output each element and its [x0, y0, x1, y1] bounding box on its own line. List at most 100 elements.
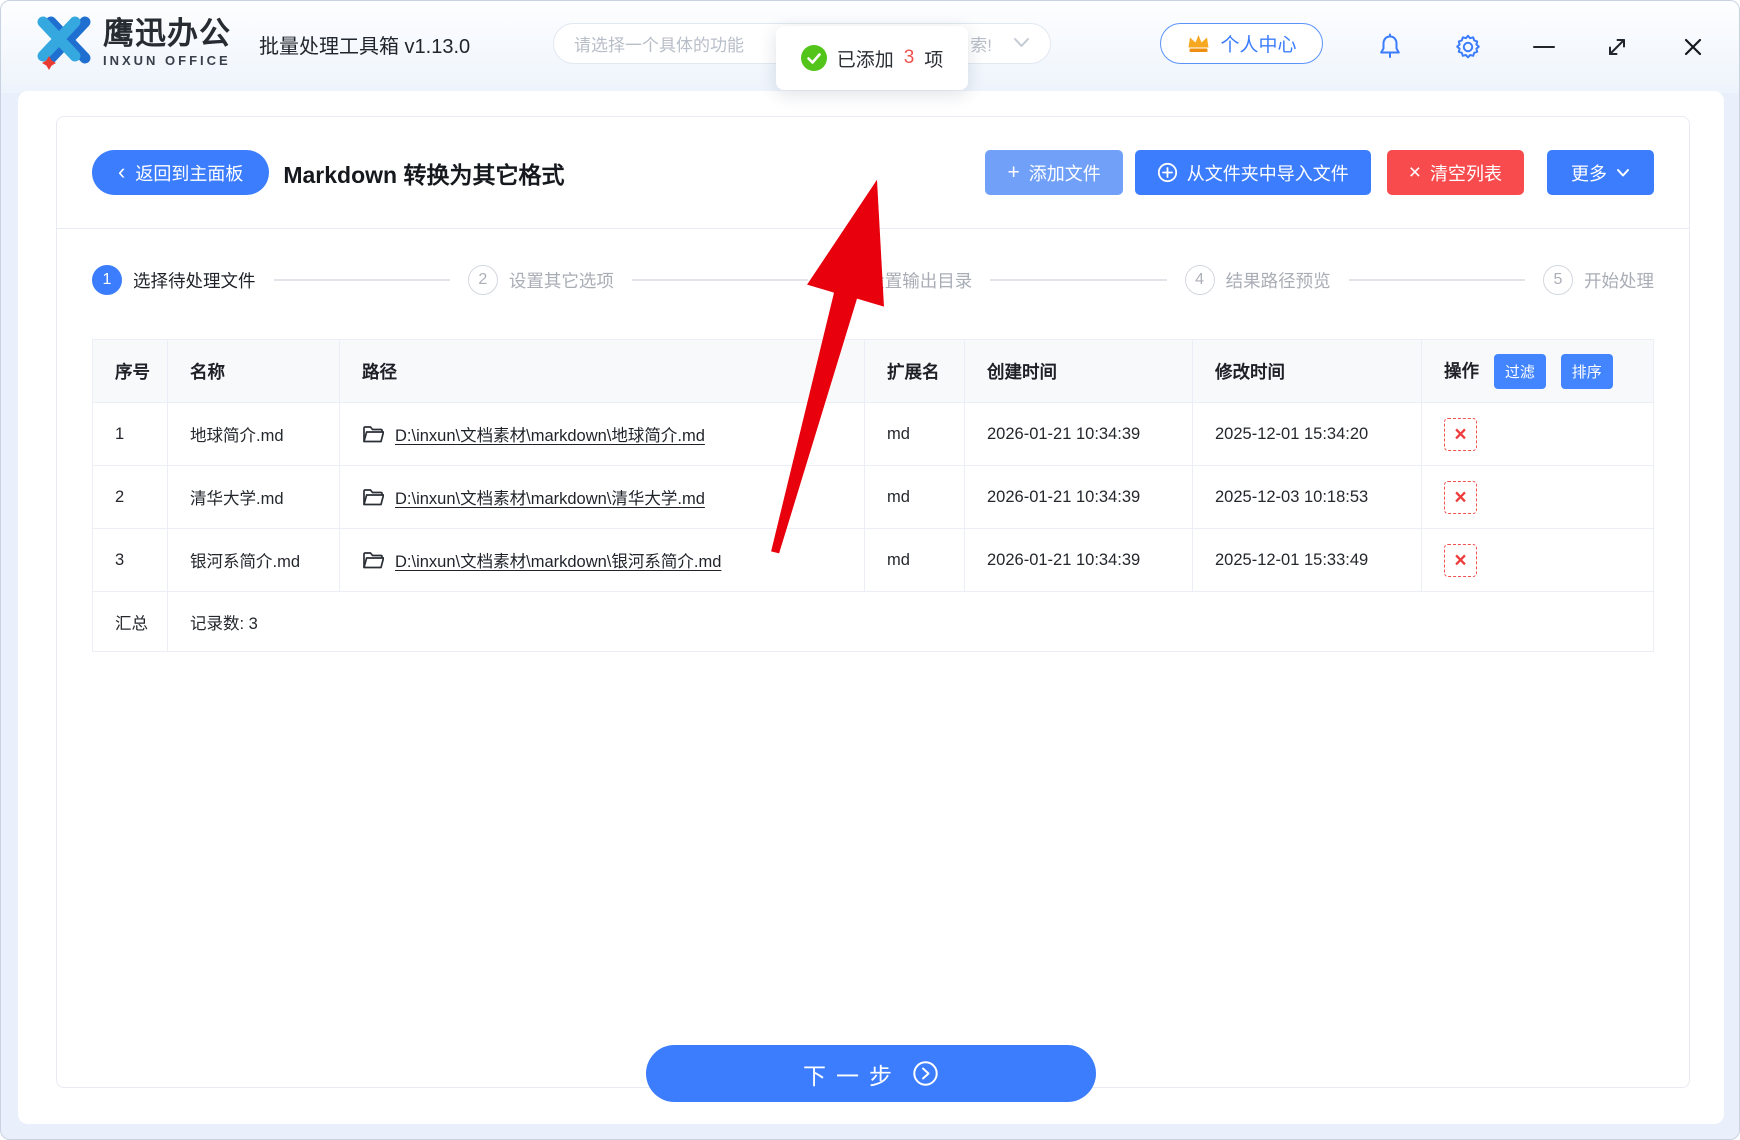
table-row: 2 清华大学.md D:\inxun\文档素材\markdown\清华大学.md — [92, 465, 1654, 529]
step-1-select-files: 1 选择待处理文件 — [92, 265, 256, 295]
toast-prefix: 已添加 — [836, 49, 894, 71]
step-wizard: 1 选择待处理文件 2 设置其它选项 3 设置输出目录 4 结果路径预览 5 开… — [92, 265, 1654, 295]
panel-header: ‹ 返回到主面板 Markdown 转换为其它格式 + 添加文件 从文件夹中导入… — [57, 117, 1689, 229]
add-files-label: 添加文件 — [1028, 163, 1101, 184]
col-header-name: 名称 — [167, 339, 340, 403]
step-3-output-dir: 3 设置输出目录 — [826, 265, 972, 295]
minimize-button[interactable] — [1528, 29, 1560, 65]
filter-button[interactable]: 过滤 — [1493, 353, 1546, 389]
content-panel: ‹ 返回到主面板 Markdown 转换为其它格式 + 添加文件 从文件夹中导入… — [56, 116, 1690, 1088]
cell-created: 2026-01-21 10:34:39 — [964, 465, 1193, 529]
step-1-label: 选择待处理文件 — [133, 270, 256, 291]
toast-count: 3 — [903, 47, 915, 68]
resize-icon — [1609, 39, 1625, 55]
toast-added-items: 已添加 3 项 — [776, 26, 968, 90]
cell-modified: 2025-12-01 15:34:20 — [1192, 402, 1422, 466]
gear-icon — [1456, 34, 1480, 59]
table-header-row: 序号 名称 路径 扩展名 创建时间 修改时间 操作 过滤 排序 — [92, 339, 1654, 403]
step-5-label: 开始处理 — [1584, 270, 1654, 291]
folder-icon — [363, 488, 384, 505]
more-button[interactable]: 更多 — [1547, 150, 1654, 195]
more-label: 更多 — [1571, 163, 1607, 184]
chevron-left-icon: ‹ — [118, 158, 126, 184]
file-path-link[interactable]: D:\inxun\文档素材\markdown\银河系简介.md — [395, 548, 721, 572]
notifications-button[interactable] — [1374, 29, 1406, 65]
step-2-other-options: 2 设置其它选项 — [467, 265, 614, 295]
next-step-label: 下一步 — [803, 1062, 902, 1089]
step-2-label: 设置其它选项 — [508, 270, 614, 291]
back-to-dashboard-button[interactable]: ‹ 返回到主面板 — [92, 150, 270, 195]
clear-list-label: 清空列表 — [1430, 163, 1502, 184]
delete-row-button[interactable]: × — [1444, 480, 1477, 514]
step-1-number: 1 — [92, 265, 122, 295]
cell-modified: 2025-12-03 10:18:53 — [1192, 465, 1422, 529]
next-step-button[interactable]: 下一步 — [646, 1045, 1096, 1102]
step-3-number: 3 — [826, 265, 857, 295]
app-window: 鹰迅办公 INXUN OFFICE 批量处理工具箱 v1.13.0 请选择一个具… — [0, 0, 1740, 1140]
chevron-down-icon[interactable] — [1013, 37, 1030, 49]
file-path-link[interactable]: D:\inxun\文档素材\markdown\清华大学.md — [395, 485, 705, 509]
table-row: 3 银河系简介.md D:\inxun\文档素材\markdown\银河系简介.… — [92, 528, 1654, 592]
user-center-button[interactable]: 个人中心 — [1160, 23, 1323, 64]
step-4-result-preview: 4 结果路径预览 — [1184, 265, 1331, 295]
chevron-down-icon — [1617, 168, 1629, 176]
circle-plus-icon — [1157, 162, 1177, 183]
x-icon: × — [1408, 161, 1421, 184]
cell-index: 1 — [92, 402, 168, 466]
step-connector — [1348, 279, 1525, 281]
search-placeholder-left: 请选择一个具体的功能 — [574, 36, 744, 55]
main-card: ‹ 返回到主面板 Markdown 转换为其它格式 + 添加文件 从文件夹中导入… — [18, 91, 1724, 1124]
file-path-link[interactable]: D:\inxun\文档素材\markdown\地球简介.md — [395, 422, 705, 446]
close-icon — [1684, 38, 1702, 56]
col-header-path: 路径 — [339, 339, 865, 403]
step-3-label: 设置输出目录 — [867, 270, 973, 291]
folder-icon — [363, 425, 384, 442]
step-5-start: 5 开始处理 — [1543, 265, 1654, 295]
clear-list-button[interactable]: × 清空列表 — [1386, 150, 1524, 195]
settings-button[interactable] — [1452, 29, 1484, 65]
step-4-label: 结果路径预览 — [1225, 270, 1331, 291]
col-header-created: 创建时间 — [964, 339, 1193, 403]
cell-index: 3 — [92, 528, 168, 592]
delete-row-button[interactable]: × — [1444, 543, 1477, 577]
step-4-number: 4 — [1184, 265, 1215, 295]
success-check-icon — [800, 45, 827, 71]
cell-name: 地球简介.md — [167, 402, 340, 466]
table-row: 1 地球简介.md D:\inxun\文档素材\markdown\地球简介.md — [92, 402, 1654, 466]
cell-ext: md — [864, 465, 965, 529]
cell-created: 2026-01-21 10:34:39 — [964, 528, 1193, 592]
cell-index: 2 — [92, 465, 168, 529]
step-connector — [631, 279, 809, 281]
step-2-number: 2 — [467, 265, 498, 295]
crown-icon — [1188, 35, 1209, 52]
step-connector — [990, 279, 1167, 281]
cell-modified: 2025-12-01 15:33:49 — [1192, 528, 1422, 592]
actions-label: 操作 — [1444, 360, 1479, 381]
sort-button[interactable]: 排序 — [1560, 353, 1613, 389]
import-from-folder-button[interactable]: 从文件夹中导入文件 — [1134, 150, 1371, 195]
resize-window-button[interactable] — [1601, 29, 1633, 65]
col-header-actions: 操作 过滤 排序 — [1421, 339, 1654, 403]
cell-name: 银河系简介.md — [167, 528, 340, 592]
brand-name: 鹰迅办公 — [103, 16, 231, 51]
toast-suffix: 项 — [924, 49, 944, 71]
back-button-label: 返回到主面板 — [135, 163, 244, 184]
brand-logo-icon — [37, 16, 91, 70]
cell-ext: md — [864, 402, 965, 466]
cell-name: 清华大学.md — [167, 465, 340, 529]
col-header-modified: 修改时间 — [1192, 339, 1422, 403]
brand-text: 鹰迅办公 INXUN OFFICE — [103, 16, 253, 69]
delete-row-button[interactable]: × — [1444, 417, 1477, 451]
add-files-button[interactable]: + 添加文件 — [985, 150, 1123, 195]
summary-record-count: 记录数: 3 — [167, 591, 1654, 652]
summary-row: 汇总 记录数: 3 — [92, 591, 1654, 652]
minimize-icon — [1533, 45, 1555, 49]
brand-subtitle: INXUN OFFICE — [103, 53, 231, 68]
summary-label: 汇总 — [92, 591, 168, 652]
folder-icon — [363, 551, 384, 568]
cell-created: 2026-01-21 10:34:39 — [964, 402, 1193, 466]
close-window-button[interactable] — [1677, 29, 1709, 65]
step-connector — [273, 279, 450, 281]
import-from-folder-label: 从文件夹中导入文件 — [1186, 163, 1349, 184]
user-center-label: 个人中心 — [1220, 35, 1297, 56]
